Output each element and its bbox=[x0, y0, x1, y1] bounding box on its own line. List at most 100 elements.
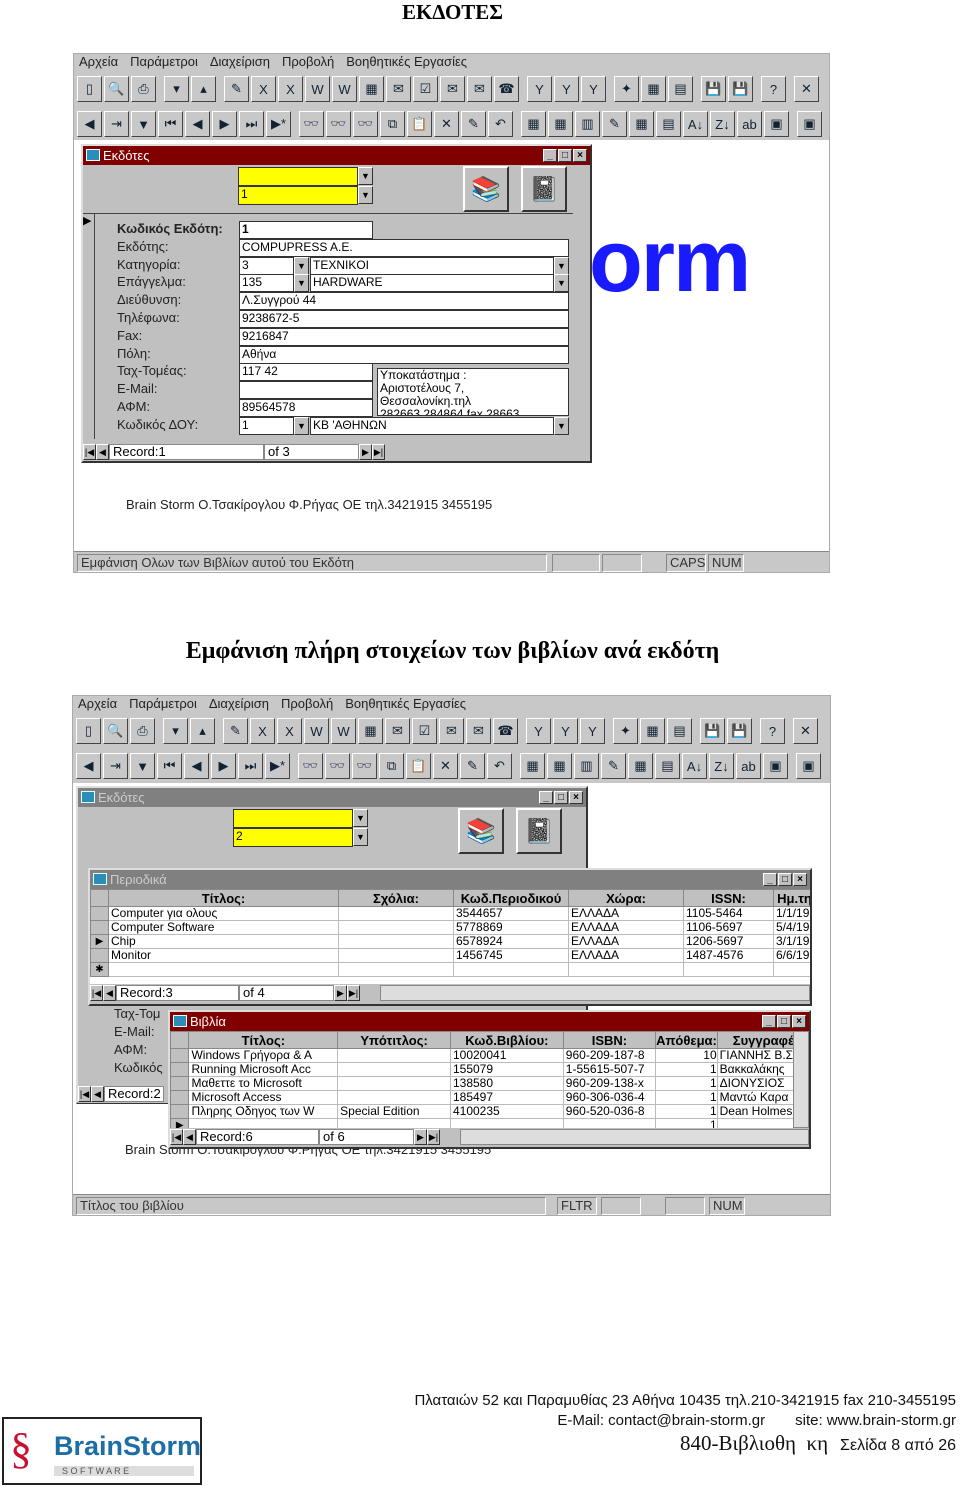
properties-icon[interactable]: ✎ bbox=[601, 753, 626, 779]
row-selector[interactable] bbox=[170, 1048, 190, 1063]
window-icon[interactable]: ▣ bbox=[796, 753, 821, 779]
dropdown-arrow-icon[interactable]: ▼ bbox=[130, 753, 155, 779]
exit-icon[interactable]: ✕ bbox=[794, 76, 819, 102]
combo-dropdown-icon[interactable]: ▼ bbox=[358, 167, 373, 185]
spelling-icon[interactable]: ab bbox=[736, 753, 761, 779]
table-cell[interactable]: Chip bbox=[108, 934, 339, 949]
table-cell[interactable]: Μαθεττε το Microsoft bbox=[188, 1076, 339, 1091]
table-cell[interactable] bbox=[337, 1118, 451, 1128]
column-header[interactable]: Χώρα: bbox=[568, 889, 684, 907]
maximize-button[interactable]: □ bbox=[554, 791, 568, 804]
menu-files[interactable]: Αρχεία bbox=[78, 696, 117, 711]
find-icon[interactable]: 👓 bbox=[299, 111, 324, 137]
table-cell[interactable] bbox=[568, 962, 684, 977]
new-notebook-button[interactable]: 📓 bbox=[516, 808, 562, 854]
notebook-icon[interactable]: ▣ bbox=[763, 753, 788, 779]
column-header[interactable]: Ημ.της Έκδοσ bbox=[773, 889, 810, 907]
dropdown-arrow-icon[interactable]: ▼ bbox=[554, 416, 569, 435]
menu-view[interactable]: Προβολή bbox=[282, 54, 334, 69]
table-row[interactable]: Running Microsoft Acc 155079 1-55615-507-7… bbox=[170, 1062, 793, 1077]
new-record-icon[interactable]: ✱ bbox=[90, 962, 109, 977]
table-cell[interactable]: 960-209-138-x bbox=[562, 1076, 657, 1091]
table-cell[interactable]: 1206-5697 bbox=[683, 934, 774, 949]
notes-icon[interactable]: ✉ bbox=[385, 718, 410, 744]
first-record-icon[interactable]: |◀ bbox=[90, 985, 103, 1001]
menu-management[interactable]: Διαχείριση bbox=[210, 54, 270, 69]
table-cell[interactable]: ΕΛΛΑΔΑ bbox=[568, 948, 684, 963]
last-record-icon[interactable]: ▶| bbox=[372, 444, 385, 460]
table-cell[interactable] bbox=[338, 906, 454, 921]
table-cell[interactable]: Computer Software bbox=[108, 920, 339, 935]
record-selector[interactable]: ▶ bbox=[83, 214, 95, 439]
save-as-icon[interactable]: 💾 bbox=[728, 76, 753, 102]
field-value[interactable]: 3 bbox=[239, 256, 294, 275]
delete-icon[interactable]: ✕ bbox=[434, 111, 459, 137]
field-value[interactable]: 89564578 bbox=[239, 399, 373, 417]
sort-descending-icon[interactable]: Z↓ bbox=[709, 753, 734, 779]
next-record-icon[interactable]: ▶ bbox=[414, 1129, 427, 1145]
table-cell[interactable]: ΕΛΛΑΔΑ bbox=[568, 906, 684, 921]
table-cell[interactable]: 185497 bbox=[449, 1090, 564, 1105]
notes-icon[interactable]: ✉ bbox=[386, 76, 411, 102]
save-icon[interactable]: 💾 bbox=[701, 76, 726, 102]
excel-icon[interactable]: X bbox=[251, 76, 276, 102]
table-cell[interactable] bbox=[716, 1118, 793, 1128]
grid-icon[interactable]: ▦ bbox=[629, 111, 654, 137]
row-selector[interactable]: ▶ bbox=[170, 1118, 190, 1128]
properties-icon[interactable]: ✎ bbox=[602, 111, 627, 137]
horizontal-scrollbar[interactable] bbox=[380, 985, 810, 1001]
table-cell[interactable]: Windows Γρήγορα & Α bbox=[188, 1048, 339, 1063]
delete-icon[interactable]: ✕ bbox=[433, 753, 458, 779]
field-value[interactable]: Αθήνα bbox=[239, 345, 569, 364]
columns-icon[interactable]: ▥ bbox=[575, 111, 600, 137]
last-record-icon[interactable]: ▶| bbox=[347, 985, 360, 1001]
table-cell[interactable]: Running Microsoft Acc bbox=[188, 1062, 339, 1077]
new-record-nav-icon[interactable]: ▶* bbox=[266, 111, 291, 137]
table-cell[interactable]: 155079 bbox=[449, 1062, 564, 1077]
table-cell[interactable]: 1 bbox=[655, 1104, 718, 1119]
column-header[interactable]: Υπότιτλος: bbox=[337, 1031, 451, 1049]
replace-icon[interactable]: 👓 bbox=[353, 111, 378, 137]
door-icon[interactable]: ⇥ bbox=[103, 753, 128, 779]
table-cell[interactable]: 10020041 bbox=[449, 1048, 564, 1063]
word-icon[interactable]: W bbox=[305, 76, 330, 102]
column-header[interactable]: Τίτλος: bbox=[188, 1031, 339, 1049]
back-arrow-icon[interactable]: ◀ bbox=[77, 111, 102, 137]
table-cell[interactable] bbox=[453, 962, 569, 977]
maximize-button[interactable]: □ bbox=[778, 873, 792, 886]
replace-icon[interactable]: 👓 bbox=[352, 753, 377, 779]
datasheet-view-icon[interactable]: ▦ bbox=[547, 753, 572, 779]
edit-doc-icon[interactable]: ✎ bbox=[224, 76, 249, 102]
columns-icon[interactable]: ▥ bbox=[574, 753, 599, 779]
row-selector[interactable] bbox=[90, 948, 109, 963]
dropdown-arrow-icon[interactable]: ▼ bbox=[294, 274, 309, 293]
grid-icon[interactable]: ▦ bbox=[628, 753, 653, 779]
field-value[interactable]: COMPUPRESS A.E. bbox=[239, 238, 569, 257]
envelope-icon[interactable]: ✉ bbox=[439, 718, 464, 744]
table-cell[interactable]: 1 bbox=[655, 1118, 718, 1128]
table-cell[interactable] bbox=[188, 1118, 339, 1128]
print-icon[interactable]: ⎙ bbox=[131, 76, 156, 102]
table-cell[interactable] bbox=[337, 1062, 451, 1077]
table-row[interactable]: Monitor 1456745ΕΛΛΑΔΑ1487-45766/6/1996 bbox=[90, 948, 810, 963]
column-header[interactable]: ISBN: bbox=[562, 1031, 657, 1049]
move-up-icon[interactable]: ▴ bbox=[190, 718, 215, 744]
table-cell[interactable]: 5/4/1996 bbox=[773, 920, 810, 935]
excel-icon[interactable]: X bbox=[250, 718, 275, 744]
combo-dropdown-icon[interactable]: ▼ bbox=[358, 186, 373, 204]
branch-notes[interactable]: Υποκατάστημα : Αριστοτέλους 7, Θεσσαλονί… bbox=[377, 368, 569, 416]
previous-record-icon[interactable]: ◀ bbox=[183, 1129, 196, 1145]
dropdown-arrow-icon[interactable]: ▼ bbox=[554, 274, 569, 293]
undo-field-icon[interactable]: ✎ bbox=[460, 753, 485, 779]
print-icon[interactable]: ⎙ bbox=[130, 718, 155, 744]
table-cell[interactable]: Monitor bbox=[108, 948, 339, 963]
vertical-scrollbar[interactable] bbox=[793, 1031, 809, 1128]
table-cell[interactable]: 1 bbox=[655, 1062, 718, 1077]
table-cell[interactable]: 1487-4576 bbox=[683, 948, 774, 963]
next-record-icon[interactable]: ▶ bbox=[211, 753, 236, 779]
paste-icon[interactable]: 📋 bbox=[406, 753, 431, 779]
record-field[interactable]: Record:1 bbox=[109, 444, 264, 460]
filter-edit-icon[interactable]: Y bbox=[554, 76, 579, 102]
calculator-icon[interactable]: ▤ bbox=[667, 718, 692, 744]
save-icon[interactable]: 💾 bbox=[700, 718, 725, 744]
